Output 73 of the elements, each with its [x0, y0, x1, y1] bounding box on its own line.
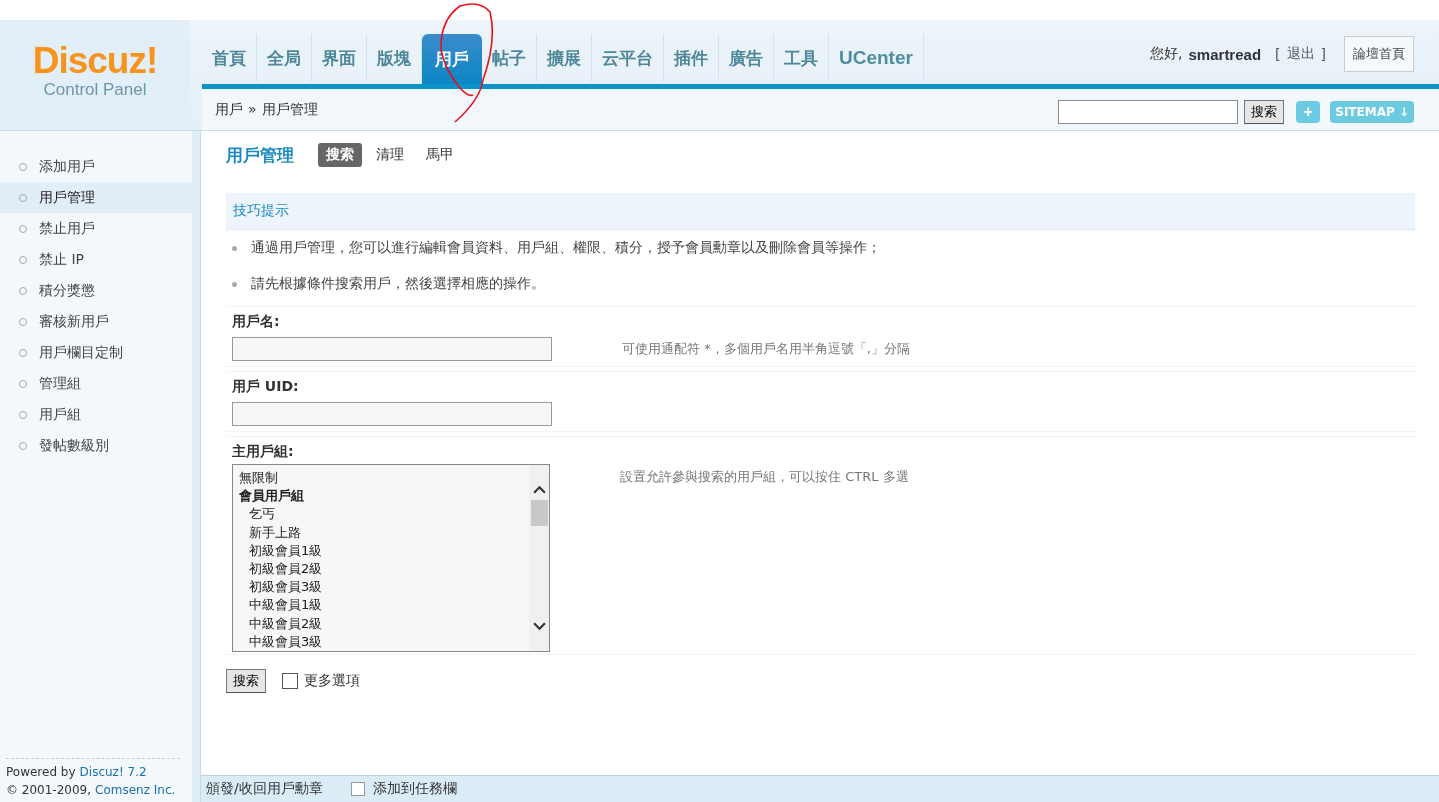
breadcrumb-separator: » — [248, 100, 257, 119]
list-option[interactable]: 乞丐 — [239, 505, 523, 524]
breadcrumb-link[interactable]: 用戶 — [215, 100, 243, 119]
sidebar-item[interactable]: 用戶欄目定制 — [0, 337, 192, 368]
square-icon — [350, 782, 365, 796]
scrollbar[interactable] — [529, 465, 549, 651]
sidebar-item[interactable]: 禁止 IP — [0, 244, 192, 275]
scroll-down-icon[interactable] — [532, 622, 546, 631]
copyright-text: © 2001-2009, — [6, 782, 92, 799]
nav-tab[interactable]: 首頁 — [202, 34, 257, 82]
nav-tab[interactable]: 帖子 — [482, 34, 537, 82]
bullet-icon — [232, 281, 237, 287]
list-option[interactable]: 初級會員3級 — [239, 578, 523, 597]
tip-text: 請先根據條件搜索用戶，然後選擇相應的操作。 — [251, 275, 545, 293]
nav-tab[interactable]: 工具 — [774, 34, 829, 82]
hint-text: 設置允許參與搜索的用戶組，可以按住 CTRL 多選 — [620, 468, 909, 486]
list-option[interactable]: 新手上路 — [239, 523, 523, 542]
list-option[interactable]: 無限制 — [239, 469, 523, 488]
list-option[interactable]: 中級會員2級 — [239, 614, 523, 633]
list-option[interactable]: 初級會員2級 — [239, 560, 523, 579]
search-button[interactable]: 搜索 — [226, 669, 266, 693]
input-field[interactable] — [232, 402, 552, 426]
page-tab[interactable]: 馬甲 — [418, 143, 462, 167]
sidebar-item[interactable]: 用戶組 — [0, 399, 192, 430]
taskbar-link[interactable]: 添加到任務欄 — [372, 780, 457, 798]
field-label: 用戶 UID: — [226, 371, 1415, 397]
page-tab[interactable]: 清理 — [368, 143, 412, 167]
nav-tab[interactable]: 插件 — [664, 34, 719, 82]
hint-text: 可使用通配符 *，多個用戶名用半角逗號「,」分隔 — [622, 340, 910, 358]
sidebar-item[interactable]: 管理組 — [0, 368, 192, 399]
nav-tab[interactable]: 界面 — [312, 34, 367, 82]
scroll-thumb[interactable] — [530, 500, 548, 526]
sidebar-item[interactable]: 發帖數級別 — [0, 430, 192, 461]
powered-text: Powered by — [6, 764, 76, 781]
taskbar-link[interactable]: 頒發/收回用戶勳章 — [206, 780, 323, 798]
bracket-text: ] — [1320, 46, 1326, 62]
bullet-icon — [232, 245, 237, 251]
option-group[interactable]: 會員用戶組 — [239, 487, 523, 506]
tips-title: 技巧提示 — [226, 193, 1415, 230]
greeting-text: 您好, — [1150, 45, 1183, 63]
list-option[interactable]: 中級會員1級 — [239, 596, 523, 615]
sidebar-item[interactable]: 禁止用戶 — [0, 213, 192, 244]
search-field[interactable] — [1058, 99, 1239, 124]
logo-title: Discuz! — [32, 42, 158, 80]
tip-text: 通過用戶管理，您可以進行編輯會員資料、用戶組、權限、積分，授予會員勳章以及刪除會員等操作； — [251, 239, 881, 257]
list-option[interactable]: 中級會員3級 — [239, 632, 523, 651]
product-link[interactable]: Discuz! 7.2 — [79, 763, 147, 781]
search-button[interactable]: 搜索 — [1244, 99, 1285, 124]
bracket-text: [ — [1275, 46, 1281, 62]
company-link[interactable]: Comsenz Inc. — [95, 781, 176, 799]
page-tab[interactable]: 搜索 — [318, 143, 362, 167]
field-label: 用戶名: — [226, 306, 1415, 332]
checkbox[interactable] — [282, 673, 298, 689]
user-name: smartread — [1188, 45, 1262, 63]
forum-home-button[interactable]: 論壇首頁 — [1344, 36, 1414, 72]
nav-tab[interactable]: 擴展 — [537, 34, 592, 82]
checkbox-label: 更多選項 — [304, 672, 360, 690]
breadcrumb-current: 用戶管理 — [261, 100, 318, 119]
sidebar-item[interactable]: 添加用戶 — [0, 151, 192, 182]
nav-tab[interactable]: 云平台 — [592, 34, 664, 82]
page-title: 用戶管理 — [226, 143, 294, 167]
user-group-list[interactable]: 無限制 會員用戶組 乞丐 新手上路 初級會員1級 初級會員2級 初級會員3級 中級會員1級 中級會員2級 中級會員3級 — [232, 464, 550, 652]
nav-tab[interactable]: 廣告 — [719, 34, 774, 82]
sidebar-item[interactable]: 積分獎懲 — [0, 275, 192, 306]
logout-link[interactable]: 退出 — [1286, 45, 1315, 63]
sidebar-item[interactable]: 用戶管理 — [0, 182, 192, 213]
list-option[interactable]: 初級會員1級 — [239, 541, 523, 560]
sidebar-item[interactable]: 審核新用戶 — [0, 306, 192, 337]
scroll-up-icon[interactable] — [532, 485, 546, 494]
input-field[interactable] — [232, 337, 552, 361]
nav-tab[interactable]: 全局 — [257, 34, 312, 82]
field-label: 主用戶組: — [226, 436, 1415, 462]
logo-subtitle: Control Panel — [43, 80, 147, 100]
